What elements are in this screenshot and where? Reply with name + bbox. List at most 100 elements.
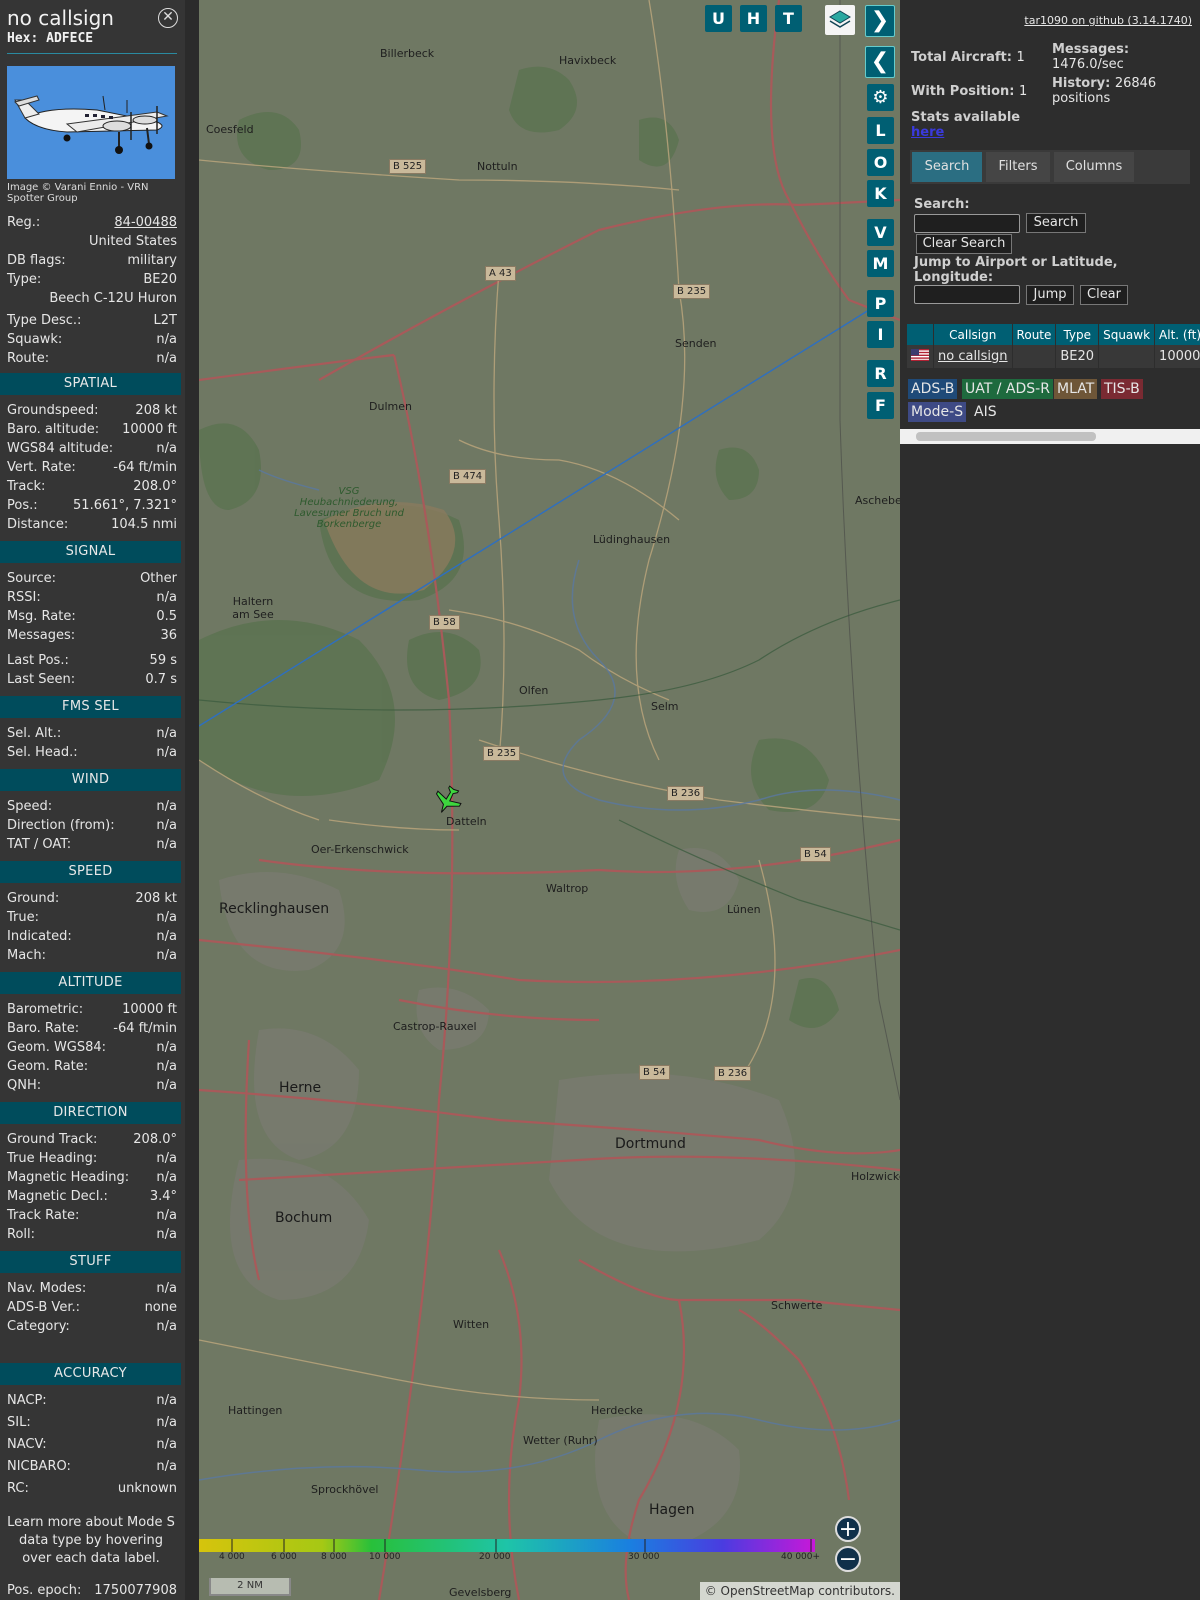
row-callsign[interactable]: no callsign — [933, 345, 1013, 368]
info-row: Roll: n/a — [7, 1226, 177, 1244]
toggle-o-button[interactable]: O — [867, 149, 894, 176]
section-header[interactable]: DIRECTION — [0, 1102, 181, 1124]
info-row-value: n/a — [156, 948, 177, 963]
info-row-label: Geom. WGS84: — [7, 1040, 107, 1055]
column-header[interactable]: Type — [1055, 324, 1100, 345]
info-row: TAT / OAT: n/a — [7, 836, 177, 854]
place-label: Waltrop — [546, 882, 589, 895]
section-header[interactable]: ALTITUDE — [0, 972, 181, 994]
place-label: Dortmund — [615, 1136, 686, 1152]
search-input[interactable] — [914, 214, 1020, 233]
info-row-label: Magnetic Decl.: — [7, 1189, 108, 1204]
road-shield: B 235 — [483, 746, 521, 761]
section-header[interactable]: SIGNAL — [0, 541, 181, 563]
source-badge[interactable]: Mode-S — [908, 402, 967, 422]
column-header[interactable] — [907, 324, 934, 345]
stats-available: Stats available here — [911, 110, 1020, 140]
callsign-title: no callsign — [7, 6, 114, 30]
road-shield: A 43 — [485, 266, 516, 281]
place-label: Sprockhövel — [311, 1483, 379, 1496]
with-position-stat: With Position: 1 — [911, 84, 1027, 99]
toggle-k-button[interactable]: K — [867, 180, 894, 207]
section-header[interactable]: SPATIAL — [0, 373, 181, 395]
total-aircraft-value: 1 — [1016, 50, 1025, 65]
info-row-value: n/a — [156, 1319, 177, 1334]
stats-link[interactable]: here — [911, 125, 1020, 140]
pos-epoch-label: Pos. epoch: — [7, 1583, 82, 1598]
search-label: Search: — [914, 197, 970, 212]
toggle-v-button[interactable]: V — [867, 219, 894, 246]
layers-icon[interactable] — [825, 5, 855, 35]
info-row-value: L2T — [153, 313, 177, 328]
toggle-p-button[interactable]: P — [867, 290, 894, 317]
messages-stat: Messages: 1476.0/sec — [1052, 42, 1192, 72]
aircraft-marker-icon — [435, 785, 462, 813]
toggle-f-button[interactable]: F — [867, 392, 894, 419]
section-header[interactable]: STUFF — [0, 1251, 181, 1273]
zoom-out-button[interactable]: − — [835, 1546, 861, 1572]
info-row-value: -64 ft/min — [113, 460, 177, 475]
source-badge[interactable]: TIS-B — [1101, 379, 1143, 399]
scrollbar-thumb[interactable] — [916, 432, 1096, 441]
map-view[interactable]: Billerbeck Havixbeck Coesfeld Nottuln Se… — [199, 0, 900, 1600]
section-header[interactable]: WIND — [0, 769, 181, 791]
toggle-u-button[interactable]: U — [705, 5, 732, 32]
tab-search[interactable]: Search — [912, 152, 982, 182]
info-row-value[interactable]: 84-00488 — [114, 214, 177, 232]
table-row[interactable]: no callsign BE20 10000 — [907, 345, 1200, 368]
column-header[interactable]: Callsign — [933, 324, 1013, 345]
info-row: Track: 208.0° — [7, 478, 177, 496]
search-button[interactable]: Search — [1026, 213, 1086, 233]
section-header[interactable]: FMS SEL — [0, 696, 181, 718]
info-row-label: Roll: — [7, 1227, 36, 1242]
source-badge[interactable]: UAT / ADS-R — [962, 379, 1053, 399]
with-position-value: 1 — [1019, 84, 1028, 99]
column-header[interactable]: Alt. (ft) — [1154, 324, 1200, 345]
altitude-label: 6 000 — [271, 1552, 297, 1562]
column-header[interactable]: Squawk — [1098, 324, 1156, 345]
info-row-label: RSSI: — [7, 590, 41, 605]
clear-button[interactable]: Clear — [1080, 285, 1128, 305]
info-row-label: QNH: — [7, 1078, 42, 1093]
divider — [7, 53, 177, 54]
tab-columns[interactable]: Columns — [1054, 152, 1134, 182]
info-row: ADS-B Ver.: none — [7, 1299, 177, 1317]
jump-input[interactable] — [914, 285, 1020, 304]
chevron-right-icon[interactable]: ❯ — [865, 5, 895, 37]
toggle-m-button[interactable]: M — [867, 250, 894, 277]
column-header[interactable]: Route — [1012, 324, 1057, 345]
toggle-i-button[interactable]: I — [867, 321, 894, 348]
learn-more-text: Learn more about Mode S data type by hov… — [7, 1515, 175, 1566]
info-row-value: 104.5 nmi — [111, 517, 177, 532]
section-header[interactable]: ACCURACY — [0, 1363, 181, 1385]
info-row: Track Rate: n/a — [7, 1207, 177, 1225]
toggle-h-button[interactable]: H — [740, 5, 767, 32]
map-attribution[interactable]: © OpenStreetMap contributors. — [699, 1582, 900, 1600]
toggle-r-button[interactable]: R — [867, 360, 894, 387]
info-row-value: n/a — [156, 1281, 177, 1296]
section-header[interactable]: SPEED — [0, 861, 181, 883]
place-label: Hattingen — [228, 1404, 283, 1417]
source-badge[interactable]: ADS-B — [908, 379, 958, 399]
aircraft-photo[interactable] — [7, 66, 175, 179]
info-row: Groundspeed: 208 kt — [7, 402, 177, 420]
toggle-l-button[interactable]: L — [867, 117, 894, 144]
info-row: SIL: n/a — [7, 1414, 177, 1432]
horizontal-scrollbar[interactable] — [900, 429, 1200, 444]
clear-search-button[interactable]: Clear Search — [916, 234, 1012, 254]
tab-filters[interactable]: Filters — [986, 152, 1050, 182]
info-row-value: n/a — [156, 1151, 177, 1166]
info-row-value: unknown — [117, 1481, 177, 1496]
toggle-t-button[interactable]: T — [775, 5, 802, 32]
gear-icon[interactable]: ⚙ — [867, 84, 894, 111]
zoom-in-button[interactable]: + — [835, 1516, 861, 1542]
github-link[interactable]: tar1090 on github (3.14.1740) — [1024, 14, 1192, 27]
close-icon[interactable]: ✕ — [158, 8, 178, 28]
chevron-left-icon[interactable]: ❮ — [865, 46, 895, 78]
jump-button[interactable]: Jump — [1026, 285, 1074, 305]
source-badge[interactable]: AIS — [971, 402, 1000, 422]
info-row-value: n/a — [156, 351, 177, 366]
source-badge[interactable]: MLAT — [1054, 379, 1098, 399]
altitude-label: 40 000+ — [781, 1552, 821, 1562]
info-row-label: Source: — [7, 571, 57, 586]
